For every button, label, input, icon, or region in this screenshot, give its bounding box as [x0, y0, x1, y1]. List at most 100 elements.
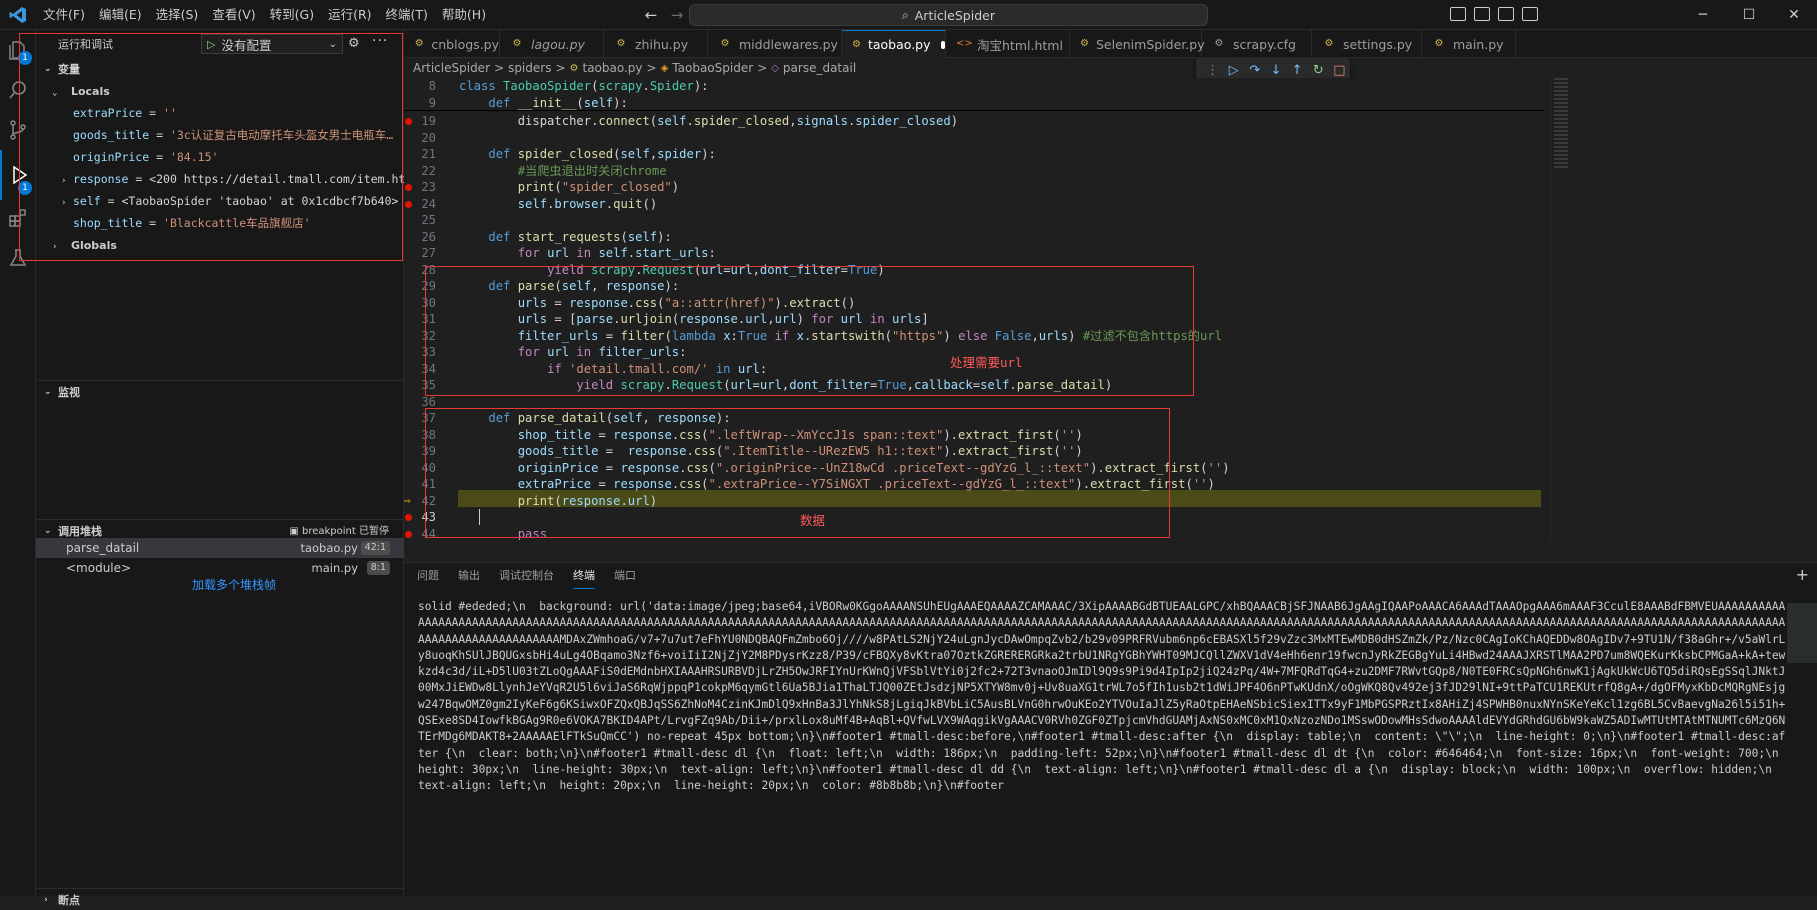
extensions-icon[interactable] [0, 198, 36, 238]
terminal-list[interactable] [1787, 603, 1817, 663]
step-out-icon[interactable]: ↑ [1287, 63, 1308, 78]
breadcrumb: ArticleSpider > spiders > ⚙ taobao.py > … [404, 58, 1817, 78]
variable-row[interactable]: shop_title = 'Blackcattle车品旗舰店' [36, 212, 404, 234]
maximize-icon[interactable]: ☐ [1726, 0, 1772, 30]
paused-status: ▣ breakpoint 已暂停 [289, 526, 389, 537]
tab-label: lagou.py [531, 36, 585, 52]
token: , [642, 411, 658, 425]
tab-output[interactable]: 输出 [458, 563, 480, 589]
breadcrumb-item[interactable]: taobao.py [582, 61, 642, 75]
tab-main[interactable]: ⚙ main.py [1422, 30, 1516, 58]
frame-file: main.py [311, 561, 359, 575]
token: response [613, 477, 672, 491]
breadcrumb-separator: > [646, 61, 657, 75]
run-and-debug-icon[interactable]: 1 [0, 150, 36, 200]
stack-frame[interactable]: parse_datail taobao.py 42:1 [36, 538, 404, 558]
source-control-icon[interactable] [0, 110, 36, 150]
explorer-icon[interactable]: 1 [0, 30, 36, 70]
testing-flask-icon[interactable] [0, 238, 36, 278]
token: for [517, 246, 548, 260]
run-config-dropdown[interactable]: ▷ 没有配置 ⌄ [201, 34, 343, 54]
chevron-right-icon: › [61, 176, 67, 186]
globals-scope[interactable]: › Globals [36, 234, 404, 256]
code-line: 19 dispatcher.connect(self.spider_closed… [404, 113, 1544, 130]
terminal-output[interactable]: solid #ededed;\n background: url('data:i… [418, 599, 1788, 795]
locals-scope[interactable]: ⌄ Locals [36, 80, 404, 102]
load-more-frames-link[interactable]: 加载多个堆栈帧 [192, 576, 276, 593]
stop-icon[interactable]: □ [1329, 63, 1350, 78]
tab-scrapy-cfg[interactable]: ⚙ scrapy.cfg [1202, 30, 1312, 58]
close-icon[interactable]: ✕ [1771, 0, 1817, 30]
code-line: 28 yield scrapy.Request(url=url,dont_fil… [404, 262, 1544, 279]
stack-frame[interactable]: <module> main.py 8:1 [36, 558, 404, 578]
variables-section-header[interactable]: ⌄ 变量 [36, 58, 404, 80]
back-arrow-icon[interactable]: ← [640, 5, 662, 25]
panel-tabs: 问题 输出 调试控制台 终端 端口 [404, 563, 1817, 589]
tab-settings[interactable]: ⚙ settings.py [1312, 30, 1422, 58]
variable-row[interactable]: goods_title = '3c认证复古电动摩托车头盔女男士电瓶车… [36, 124, 404, 146]
code-editor[interactable]: 8 class TaobaoSpider(scrapy.Spider): 9 de… [404, 78, 1817, 540]
forward-arrow-icon[interactable]: → [666, 5, 688, 25]
token: = [972, 378, 981, 392]
method-icon: ◇ [771, 62, 779, 74]
variable-row[interactable]: originPrice = '84.15' [36, 146, 404, 168]
breadcrumb-item[interactable]: ArticleSpider [413, 61, 490, 75]
menu-selection[interactable]: 选择(S) [149, 0, 206, 30]
token: ) [1207, 477, 1215, 491]
continue-icon[interactable]: ▷ [1223, 63, 1244, 78]
toggle-sidebar-icon[interactable] [1450, 7, 1466, 21]
vscode-logo-icon [0, 0, 36, 30]
variable-row[interactable]: extraPrice = '' [36, 102, 404, 124]
watch-section-header[interactable]: ⌄ 监视 [36, 380, 404, 402]
tab-taobao-html[interactable]: <> 淘宝html.html [946, 30, 1070, 58]
minimap[interactable] [1554, 78, 1568, 170]
html-icon: <> [956, 38, 973, 49]
search-icon[interactable] [0, 70, 36, 110]
tab-selenimspider[interactable]: ⚙ SelenimSpider.py [1070, 30, 1205, 58]
step-over-icon[interactable]: ↷ [1244, 63, 1265, 78]
token: 'detail.tmall.com/' [569, 361, 716, 376]
breadcrumb-item[interactable]: spiders [508, 61, 551, 75]
more-actions-icon[interactable]: ··· [372, 33, 388, 49]
token: goods_title [517, 444, 606, 458]
tab-lagou[interactable]: ⚙ lagou.py [500, 30, 604, 58]
menu-terminal[interactable]: 终端(T) [379, 0, 435, 30]
menu-edit[interactable]: 编辑(E) [92, 0, 149, 30]
menu-go[interactable]: 转到(G) [263, 0, 321, 30]
play-icon[interactable]: ▷ [207, 38, 215, 51]
tab-problems[interactable]: 问题 [417, 563, 439, 589]
tab-ports[interactable]: 端口 [614, 563, 636, 589]
tab-terminal[interactable]: 终端 [573, 563, 595, 589]
drag-handle-icon[interactable]: ⋮ [1202, 63, 1223, 78]
line-number: 26 [421, 229, 436, 244]
tab-debug-console[interactable]: 调试控制台 [499, 563, 554, 589]
tab-taobao[interactable]: ⚙ taobao.py [842, 30, 946, 58]
variable-row[interactable]: › self = <TaobaoSpider 'taobao' at 0x1cdb… [36, 190, 404, 212]
customize-layout-icon[interactable] [1522, 7, 1538, 21]
toggle-secondary-sidebar-icon[interactable] [1498, 7, 1514, 21]
menu-file[interactable]: 文件(F) [36, 0, 92, 30]
menu-help[interactable]: 帮助(H) [435, 0, 493, 30]
token: self [620, 147, 650, 161]
tab-middlewares[interactable]: ⚙ middlewares.py [708, 30, 842, 58]
restart-icon[interactable]: ↻ [1308, 63, 1329, 78]
breadcrumb-item[interactable]: TaobaoSpider [672, 61, 753, 75]
menu-run[interactable]: 运行(R) [321, 0, 378, 30]
tab-zhihu[interactable]: ⚙ zhihu.py [604, 30, 708, 58]
minimize-icon[interactable]: ─ [1680, 0, 1726, 30]
code-line: 29 def parse(self, response): [404, 278, 1544, 295]
menu-view[interactable]: 查看(V) [205, 0, 262, 30]
variable-row[interactable]: › response = <200 https://detail.tmall.co… [36, 168, 404, 190]
gear-icon[interactable]: ⚙ [348, 36, 360, 51]
token: dispatcher [517, 114, 592, 128]
tab-cnblogs[interactable]: ⚙ cnblogs.py [404, 30, 500, 58]
command-center-search[interactable]: ⌕ ArticleSpider [689, 4, 1208, 26]
unsaved-dot-icon[interactable] [940, 40, 945, 49]
breakpoints-section-header[interactable]: › 断点 [36, 888, 404, 910]
toggle-panel-icon[interactable] [1474, 7, 1490, 21]
step-into-icon[interactable]: ↓ [1265, 63, 1286, 78]
token: dont_filter [759, 262, 841, 277]
breadcrumb-item[interactable]: parse_datail [783, 61, 856, 75]
token: scrapy [598, 79, 643, 93]
new-terminal-icon[interactable]: + [1796, 565, 1809, 584]
